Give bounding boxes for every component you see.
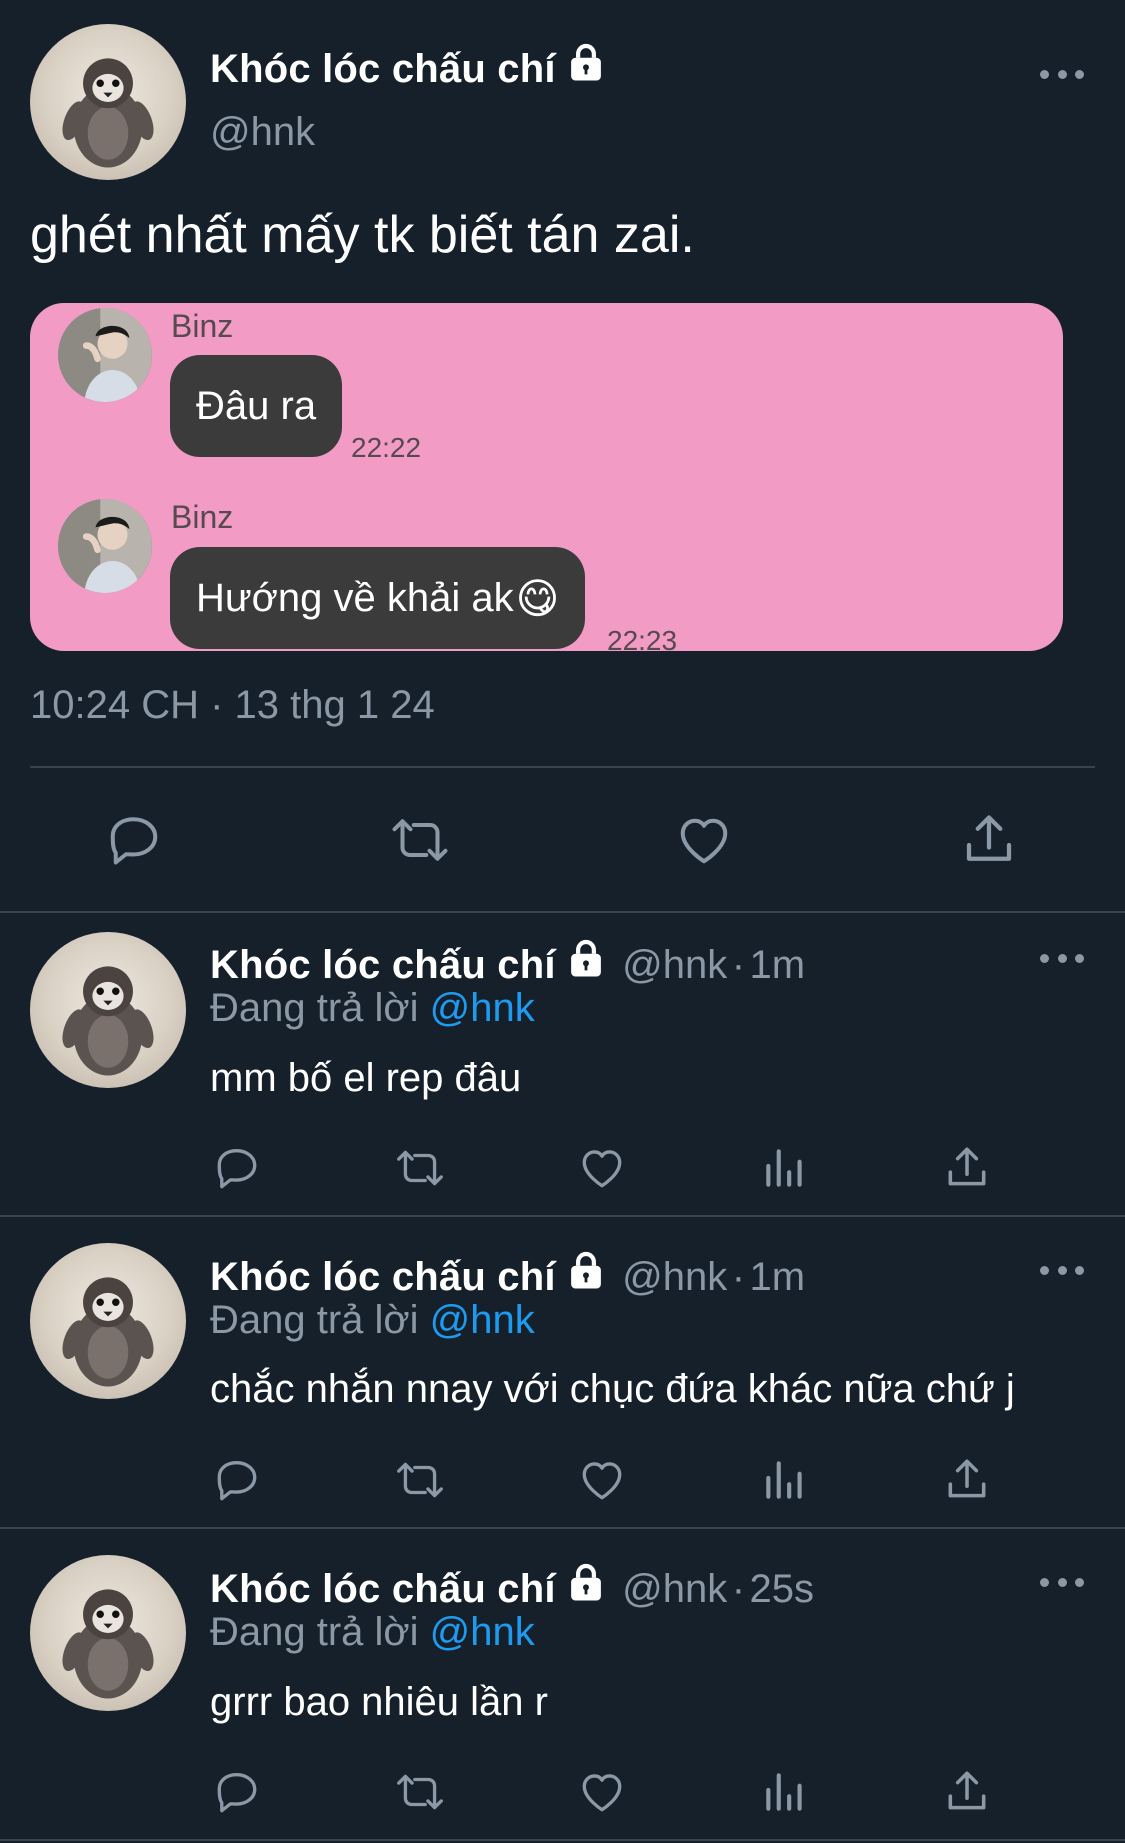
retweet-icon[interactable] <box>394 1143 446 1193</box>
replying-to: Đang trả lời @hnk <box>210 986 535 1031</box>
retweet-icon[interactable] <box>394 1767 446 1817</box>
author-avatar[interactable] <box>30 24 186 180</box>
penguin-avatar-image <box>30 1555 186 1711</box>
divider <box>0 1215 1125 1217</box>
reply-avatar[interactable] <box>30 1555 186 1711</box>
reply-handle[interactable]: @hnk <box>622 1567 727 1611</box>
tweet-timestamp[interactable]: 10:24 CH · 13 thg 1 24 <box>30 683 435 728</box>
reply-text: mm bố el rep đâu <box>210 1056 522 1100</box>
replying-to: Đang trả lời @hnk <box>210 1298 535 1343</box>
divider <box>0 1839 1125 1841</box>
author-handle[interactable]: @hnk <box>210 110 315 155</box>
share-icon[interactable] <box>959 810 1019 870</box>
replying-to-link[interactable]: @hnk <box>430 986 535 1030</box>
replying-to-link[interactable]: @hnk <box>430 1610 535 1654</box>
reply-icon[interactable] <box>212 1143 262 1193</box>
more-icon[interactable] <box>1040 1260 1084 1280</box>
sender-name: Binz <box>171 499 234 535</box>
sender-avatar <box>58 499 152 593</box>
author-display-name[interactable]: Khóc lóc chấu chí <box>210 47 556 91</box>
share-icon[interactable] <box>942 1455 992 1505</box>
replying-label: Đang trả lời <box>210 1298 419 1342</box>
tweet-text: ghét nhất mấy tk biết tán zai. <box>30 206 695 264</box>
reply-avatar[interactable] <box>30 1243 186 1399</box>
emoji: 😋 <box>515 574 560 622</box>
separator: · <box>731 1255 746 1299</box>
reply-text: grrr bao nhiêu lần r <box>210 1680 548 1724</box>
views-icon[interactable] <box>760 1767 810 1817</box>
sender-name: Binz <box>171 308 234 344</box>
more-icon[interactable] <box>1040 948 1084 968</box>
views-icon[interactable] <box>760 1143 810 1193</box>
divider <box>0 1527 1125 1529</box>
sender-avatar <box>58 308 152 402</box>
reply-age[interactable]: 1m <box>749 943 805 987</box>
replying-label: Đang trả lời <box>210 1610 419 1654</box>
separator: · <box>731 1567 746 1611</box>
message-time: 22:23 <box>607 625 678 651</box>
like-icon[interactable] <box>577 1767 627 1817</box>
reply-display-name[interactable]: Khóc lóc chấu chí <box>210 943 556 987</box>
retweet-icon[interactable] <box>394 1455 446 1505</box>
lock-icon <box>564 1250 608 1292</box>
like-icon[interactable] <box>577 1143 627 1193</box>
penguin-avatar-image <box>30 932 186 1088</box>
more-icon[interactable] <box>1040 1572 1084 1592</box>
message-text: Đâu ra <box>196 383 317 428</box>
author-name-row[interactable]: Khóc lóc chấu chí <box>210 42 608 92</box>
penguin-avatar-image <box>30 1243 186 1399</box>
divider <box>30 766 1095 768</box>
retweet-icon[interactable] <box>389 810 451 870</box>
reply-header: Khóc lóc chấu chí @hnk · 1m <box>210 938 805 988</box>
replying-to: Đang trả lời @hnk <box>210 1610 535 1655</box>
message-bubble: Đâu ra <box>170 355 343 457</box>
message-time: 22:22 <box>351 432 422 463</box>
lock-icon <box>564 42 608 84</box>
reply-age[interactable]: 1m <box>749 1255 805 1299</box>
lock-icon <box>564 1562 608 1604</box>
tweet-image[interactable]: Binz Đâu ra 22:22 Binz Hướng về khải ak 😋… <box>30 303 1063 651</box>
reply-display-name[interactable]: Khóc lóc chấu chí <box>210 1567 556 1611</box>
reply-avatar[interactable] <box>30 932 186 1088</box>
message-bubble: Hướng về khải ak 😋 <box>170 547 586 649</box>
reply-text: chắc nhắn nnay với chục đứa khác nữa chứ… <box>210 1367 1015 1411</box>
reply-handle[interactable]: @hnk <box>622 1255 727 1299</box>
reply-header: Khóc lóc chấu chí @hnk · 25s <box>210 1562 814 1612</box>
replying-to-link[interactable]: @hnk <box>430 1298 535 1342</box>
reply-header: Khóc lóc chấu chí @hnk · 1m <box>210 1250 805 1300</box>
lock-icon <box>564 938 608 980</box>
share-icon[interactable] <box>942 1143 992 1193</box>
divider <box>0 911 1125 913</box>
reply-age[interactable]: 25s <box>749 1567 814 1611</box>
views-icon[interactable] <box>760 1455 810 1505</box>
reply-icon[interactable] <box>104 810 164 870</box>
reply-handle[interactable]: @hnk <box>622 943 727 987</box>
replying-label: Đang trả lời <box>210 986 419 1030</box>
separator: · <box>731 943 746 987</box>
share-icon[interactable] <box>942 1767 992 1817</box>
like-icon[interactable] <box>674 810 734 870</box>
reply-icon[interactable] <box>212 1455 262 1505</box>
reply-display-name[interactable]: Khóc lóc chấu chí <box>210 1255 556 1299</box>
penguin-avatar-image <box>30 24 186 180</box>
like-icon[interactable] <box>577 1455 627 1505</box>
more-icon[interactable] <box>1040 64 1084 84</box>
message-text: Hướng về khải ak <box>196 575 514 620</box>
reply-icon[interactable] <box>212 1767 262 1817</box>
